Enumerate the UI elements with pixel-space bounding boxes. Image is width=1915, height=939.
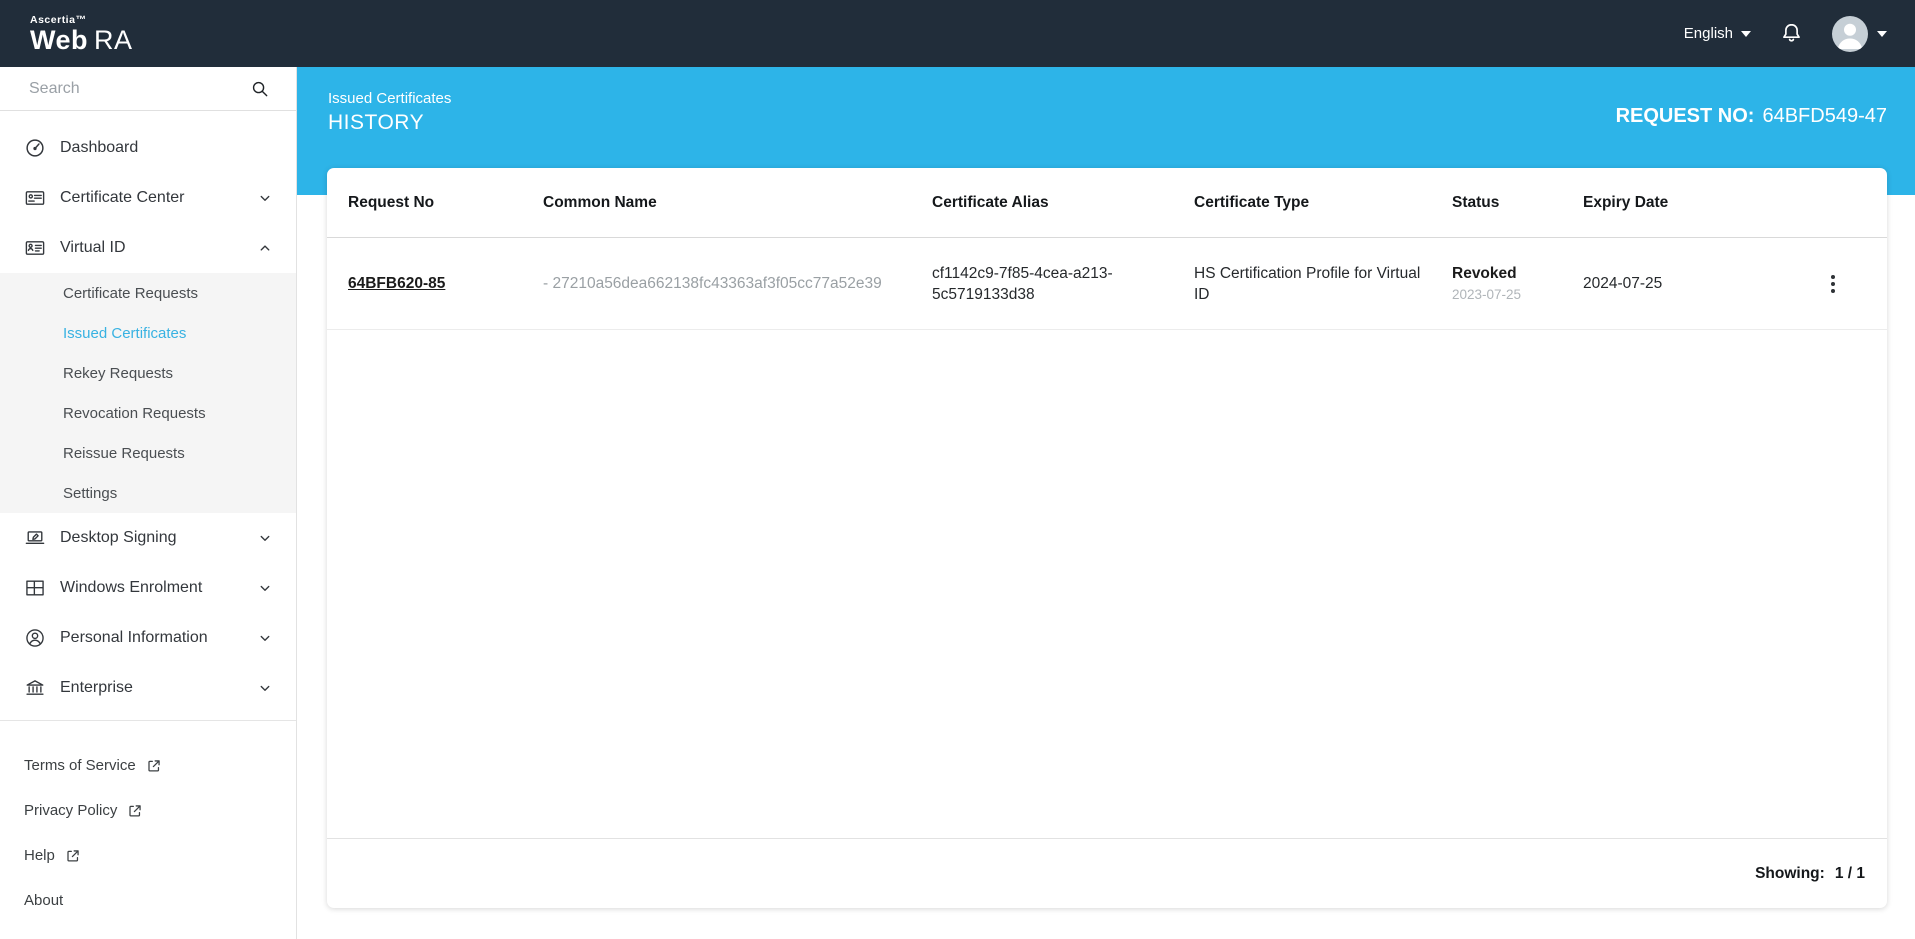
dashboard-icon	[24, 137, 46, 159]
sidebar-item-windows-enrolment[interactable]: Windows Enrolment	[0, 563, 296, 613]
sidebar-item-desktop-signing[interactable]: Desktop Signing	[0, 513, 296, 563]
status-date: 2023-07-25	[1452, 287, 1522, 302]
sidebar-item-label: Personal Information	[60, 629, 208, 646]
avatar	[1832, 15, 1868, 52]
certificate-alias-cell: cf1142c9-7f85-4cea-a213-5c5719133d38	[932, 264, 1113, 303]
submenu-item-label: Reissue Requests	[63, 444, 185, 462]
submenu-item-label: Settings	[63, 484, 118, 502]
column-header-status: Status	[1452, 193, 1500, 211]
desktop-signing-icon	[24, 527, 46, 549]
user-menu[interactable]	[1832, 15, 1887, 52]
column-header-common-name: Common Name	[543, 193, 657, 211]
sidebar-item-certificate-center[interactable]: Certificate Center	[0, 173, 296, 223]
sidebar-item-label: Windows Enrolment	[60, 579, 203, 596]
showing-label: Showing:	[1755, 864, 1825, 882]
ascertia-wordmark: Ascertia™	[30, 13, 87, 26]
submenu-item-certificate-requests[interactable]: Certificate Requests	[0, 273, 296, 313]
chevron-up-icon	[256, 239, 274, 257]
chevron-down-icon	[256, 189, 274, 207]
sidebar-search	[0, 67, 296, 111]
certificate-type-cell: HS Certification Profile for Virtual ID	[1194, 264, 1421, 303]
external-link-icon	[65, 848, 81, 864]
submenu-item-revocation-requests[interactable]: Revocation Requests	[0, 393, 296, 433]
sidebar-item-dashboard[interactable]: Dashboard	[0, 123, 296, 173]
submenu-item-settings[interactable]: Settings	[0, 473, 296, 513]
footer-link-label: About	[24, 892, 64, 909]
request-no-link[interactable]: 64BFB620-85	[348, 275, 445, 292]
sidebar-item-personal-information[interactable]: Personal Information	[0, 613, 296, 663]
breadcrumb: Issued Certificates	[328, 90, 452, 107]
column-header-expiry-date: Expiry Date	[1583, 193, 1669, 211]
status-badge: Revoked	[1452, 265, 1517, 282]
column-header-request-no: Request No	[348, 193, 435, 211]
submenu-item-label: Certificate Requests	[63, 284, 199, 302]
about-link[interactable]: About	[0, 878, 296, 923]
external-link-icon	[127, 803, 143, 819]
common-name-cell: - 27210a56dea662138fc43363af3f05cc77a52e…	[543, 275, 882, 292]
terms-of-service-link[interactable]: Terms of Service	[0, 743, 296, 788]
webra-logo[interactable]: Ascertia™ Web RA	[30, 14, 133, 54]
actions-cell	[1800, 271, 1866, 297]
sidebar-item-label: Desktop Signing	[60, 529, 177, 546]
virtual-id-icon	[24, 237, 46, 259]
sidebar-item-label: Certificate Center	[60, 189, 185, 206]
sidebar-item-virtual-id[interactable]: Virtual ID	[0, 223, 296, 273]
help-link[interactable]: Help	[0, 833, 296, 878]
table-row: 64BFB620-85 - 27210a56dea662138fc43363af…	[327, 238, 1887, 330]
table-header-row: Request No Common Name Certificate Alias…	[327, 168, 1887, 238]
status-cell: Revoked 2023-07-25	[1452, 265, 1583, 302]
top-navbar: Ascertia™ Web RA English	[0, 0, 1915, 67]
sidebar-footer-links: Terms of Service Privacy Policy Help Abo…	[0, 721, 296, 923]
webra-wordmark: Web RA	[30, 24, 133, 55]
chevron-down-icon	[256, 679, 274, 697]
caret-down-icon	[1741, 30, 1751, 37]
chevron-down-icon	[256, 579, 274, 597]
submenu-item-label: Revocation Requests	[63, 404, 206, 422]
sidebar-item-enterprise[interactable]: Enterprise	[0, 663, 296, 713]
submenu-item-issued-certificates[interactable]: Issued Certificates	[0, 313, 296, 353]
sidebar: Dashboard Certificate Center	[0, 67, 297, 939]
chevron-down-icon	[256, 529, 274, 547]
search-icon[interactable]	[250, 79, 270, 99]
language-selector[interactable]: English	[1684, 25, 1751, 42]
kebab-menu-icon[interactable]	[1827, 271, 1839, 297]
column-header-certificate-alias: Certificate Alias	[932, 193, 1049, 211]
external-link-icon	[146, 758, 162, 774]
submenu-item-rekey-requests[interactable]: Rekey Requests	[0, 353, 296, 393]
caret-down-icon	[1877, 30, 1887, 37]
footer-link-label: Help	[24, 847, 55, 864]
certificates-panel: Request No Common Name Certificate Alias…	[327, 168, 1887, 908]
footer-link-label: Terms of Service	[24, 757, 136, 774]
footer-link-label: Privacy Policy	[24, 802, 118, 819]
submenu-item-label: Rekey Requests	[63, 364, 174, 382]
notifications-bell-icon[interactable]	[1779, 21, 1804, 46]
virtual-id-submenu: Certificate Requests Issued Certificates…	[0, 273, 296, 513]
chevron-down-icon	[256, 629, 274, 647]
showing-value: 1 / 1	[1834, 864, 1865, 882]
panel-footer: Showing: 1 / 1	[327, 838, 1887, 908]
sidebar-item-label: Virtual ID	[60, 239, 126, 256]
personal-information-icon	[24, 627, 46, 649]
windows-enrolment-icon	[24, 577, 46, 599]
expiry-date-cell: 2024-07-25	[1583, 274, 1663, 292]
sidebar-item-label: Enterprise	[60, 679, 133, 696]
main-content: Issued Certificates HISTORY REQUEST NO: …	[297, 67, 1915, 939]
request-no-cell: 64BFB620-85	[348, 275, 543, 293]
page-title: HISTORY	[328, 111, 425, 134]
submenu-item-label: Issued Certificates	[63, 324, 187, 342]
column-header-certificate-type: Certificate Type	[1194, 193, 1310, 211]
submenu-item-reissue-requests[interactable]: Reissue Requests	[0, 433, 296, 473]
search-input[interactable]	[29, 79, 250, 98]
sidebar-item-label: Dashboard	[60, 139, 139, 156]
navbar-right-group: English	[1684, 15, 1887, 52]
enterprise-icon	[24, 677, 46, 699]
language-label: English	[1683, 25, 1733, 42]
privacy-policy-link[interactable]: Privacy Policy	[0, 788, 296, 833]
certificate-center-icon	[24, 187, 46, 209]
sidebar-nav: Dashboard Certificate Center Virtual ID …	[0, 111, 296, 923]
